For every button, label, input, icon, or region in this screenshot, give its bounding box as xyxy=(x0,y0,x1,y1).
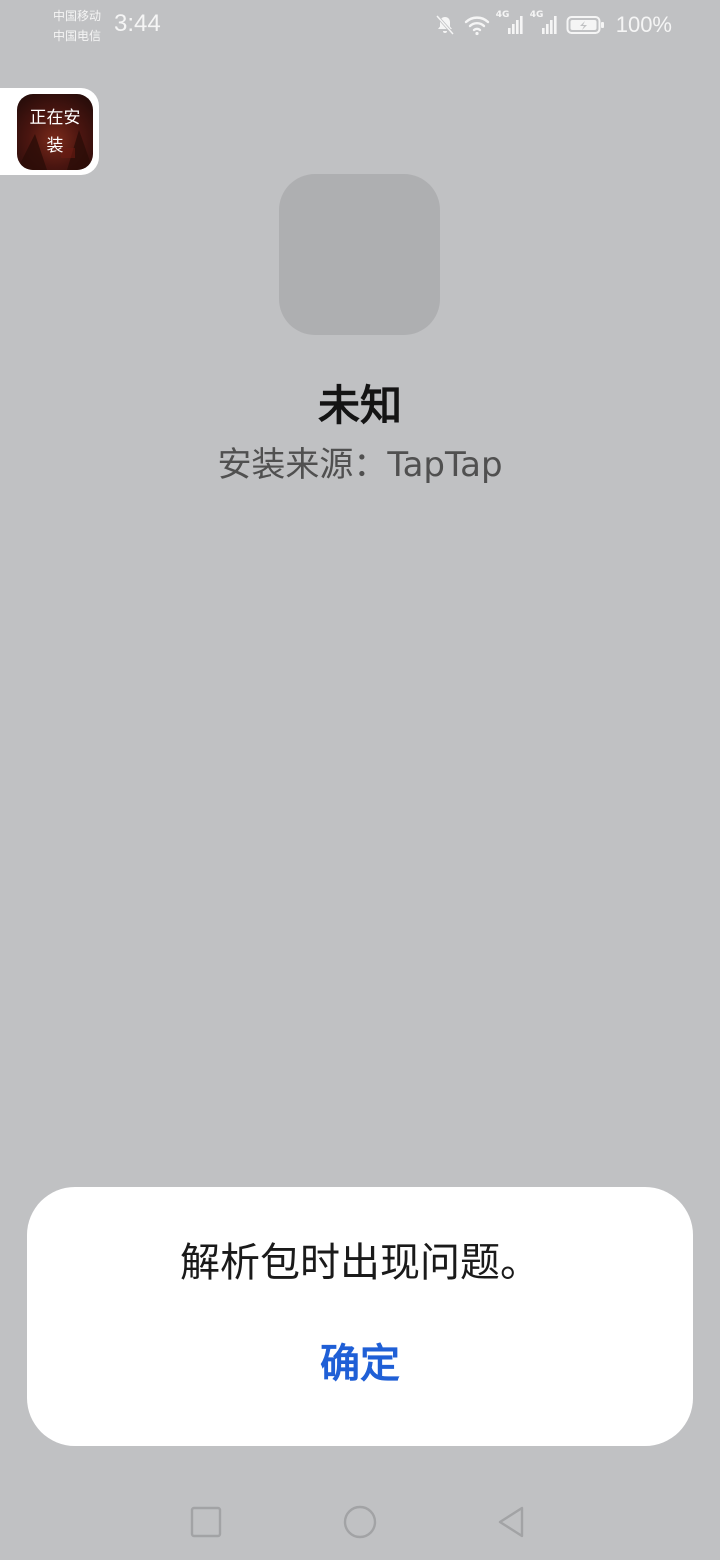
error-dialog: 解析包时出现问题。 确定 xyxy=(27,1187,693,1446)
dialog-message: 解析包时出现问题。 xyxy=(180,1240,540,1286)
status-icons: 4G 4G 100% xyxy=(434,10,672,38)
app-name: 未知 xyxy=(317,381,402,430)
battery-charging-icon xyxy=(566,14,606,36)
circle-home-icon[interactable] xyxy=(328,1490,392,1554)
carrier-labels: 中国移动 中国电信 xyxy=(53,6,101,46)
installing-label: 正在安装 xyxy=(29,108,81,156)
carrier-1: 中国移动 xyxy=(53,9,102,23)
battery-percent: 100% xyxy=(615,12,672,37)
confirm-button[interactable]: 确定 xyxy=(260,1331,460,1397)
wifi-icon xyxy=(464,14,490,36)
triangle-back-icon[interactable] xyxy=(480,1490,544,1554)
network-type-1: 4G xyxy=(495,10,510,20)
navigation-bar xyxy=(0,1490,720,1554)
bell-off-icon xyxy=(434,14,456,36)
installing-app-thumbnail: 正在安装 xyxy=(17,94,93,170)
network-type-2: 4G xyxy=(529,10,544,20)
square-recents-icon[interactable] xyxy=(174,1490,238,1554)
status-time: 3:44 xyxy=(114,10,161,37)
signal-icon: 4G xyxy=(496,10,524,36)
install-source: 安装来源：TapTap xyxy=(217,445,503,485)
installing-float-widget[interactable]: 正在安装 xyxy=(0,88,99,175)
status-bar: 中国移动 中国电信 3:44 4G 4G 100% xyxy=(0,0,720,50)
carrier-2: 中国电信 xyxy=(53,29,102,43)
signal-icon: 4G xyxy=(530,10,558,36)
app-icon-placeholder xyxy=(279,174,440,335)
